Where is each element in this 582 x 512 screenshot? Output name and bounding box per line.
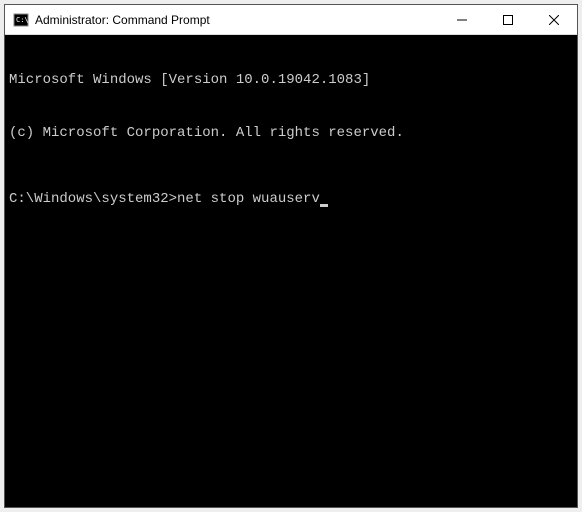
cmd-icon: C:\ [13, 12, 29, 28]
close-icon [549, 15, 559, 25]
minimize-icon [457, 15, 467, 25]
copyright-line: (c) Microsoft Corporation. All rights re… [9, 125, 573, 143]
cursor [320, 204, 328, 207]
minimize-button[interactable] [439, 5, 485, 34]
window-title: Administrator: Command Prompt [35, 13, 439, 27]
titlebar[interactable]: C:\ Administrator: Command Prompt [5, 5, 577, 35]
svg-text:C:\: C:\ [16, 16, 29, 24]
window-controls [439, 5, 577, 34]
close-button[interactable] [531, 5, 577, 34]
prompt-text: C:\Windows\system32> [9, 191, 177, 207]
command-text: net stop wuauserv [177, 191, 320, 207]
command-prompt-window: C:\ Administrator: Command Prompt [4, 4, 578, 508]
maximize-icon [503, 15, 513, 25]
terminal-area[interactable]: Microsoft Windows [Version 10.0.19042.10… [5, 35, 577, 507]
maximize-button[interactable] [485, 5, 531, 34]
version-line: Microsoft Windows [Version 10.0.19042.10… [9, 72, 573, 90]
prompt-line: C:\Windows\system32>net stop wuauserv [9, 191, 573, 209]
